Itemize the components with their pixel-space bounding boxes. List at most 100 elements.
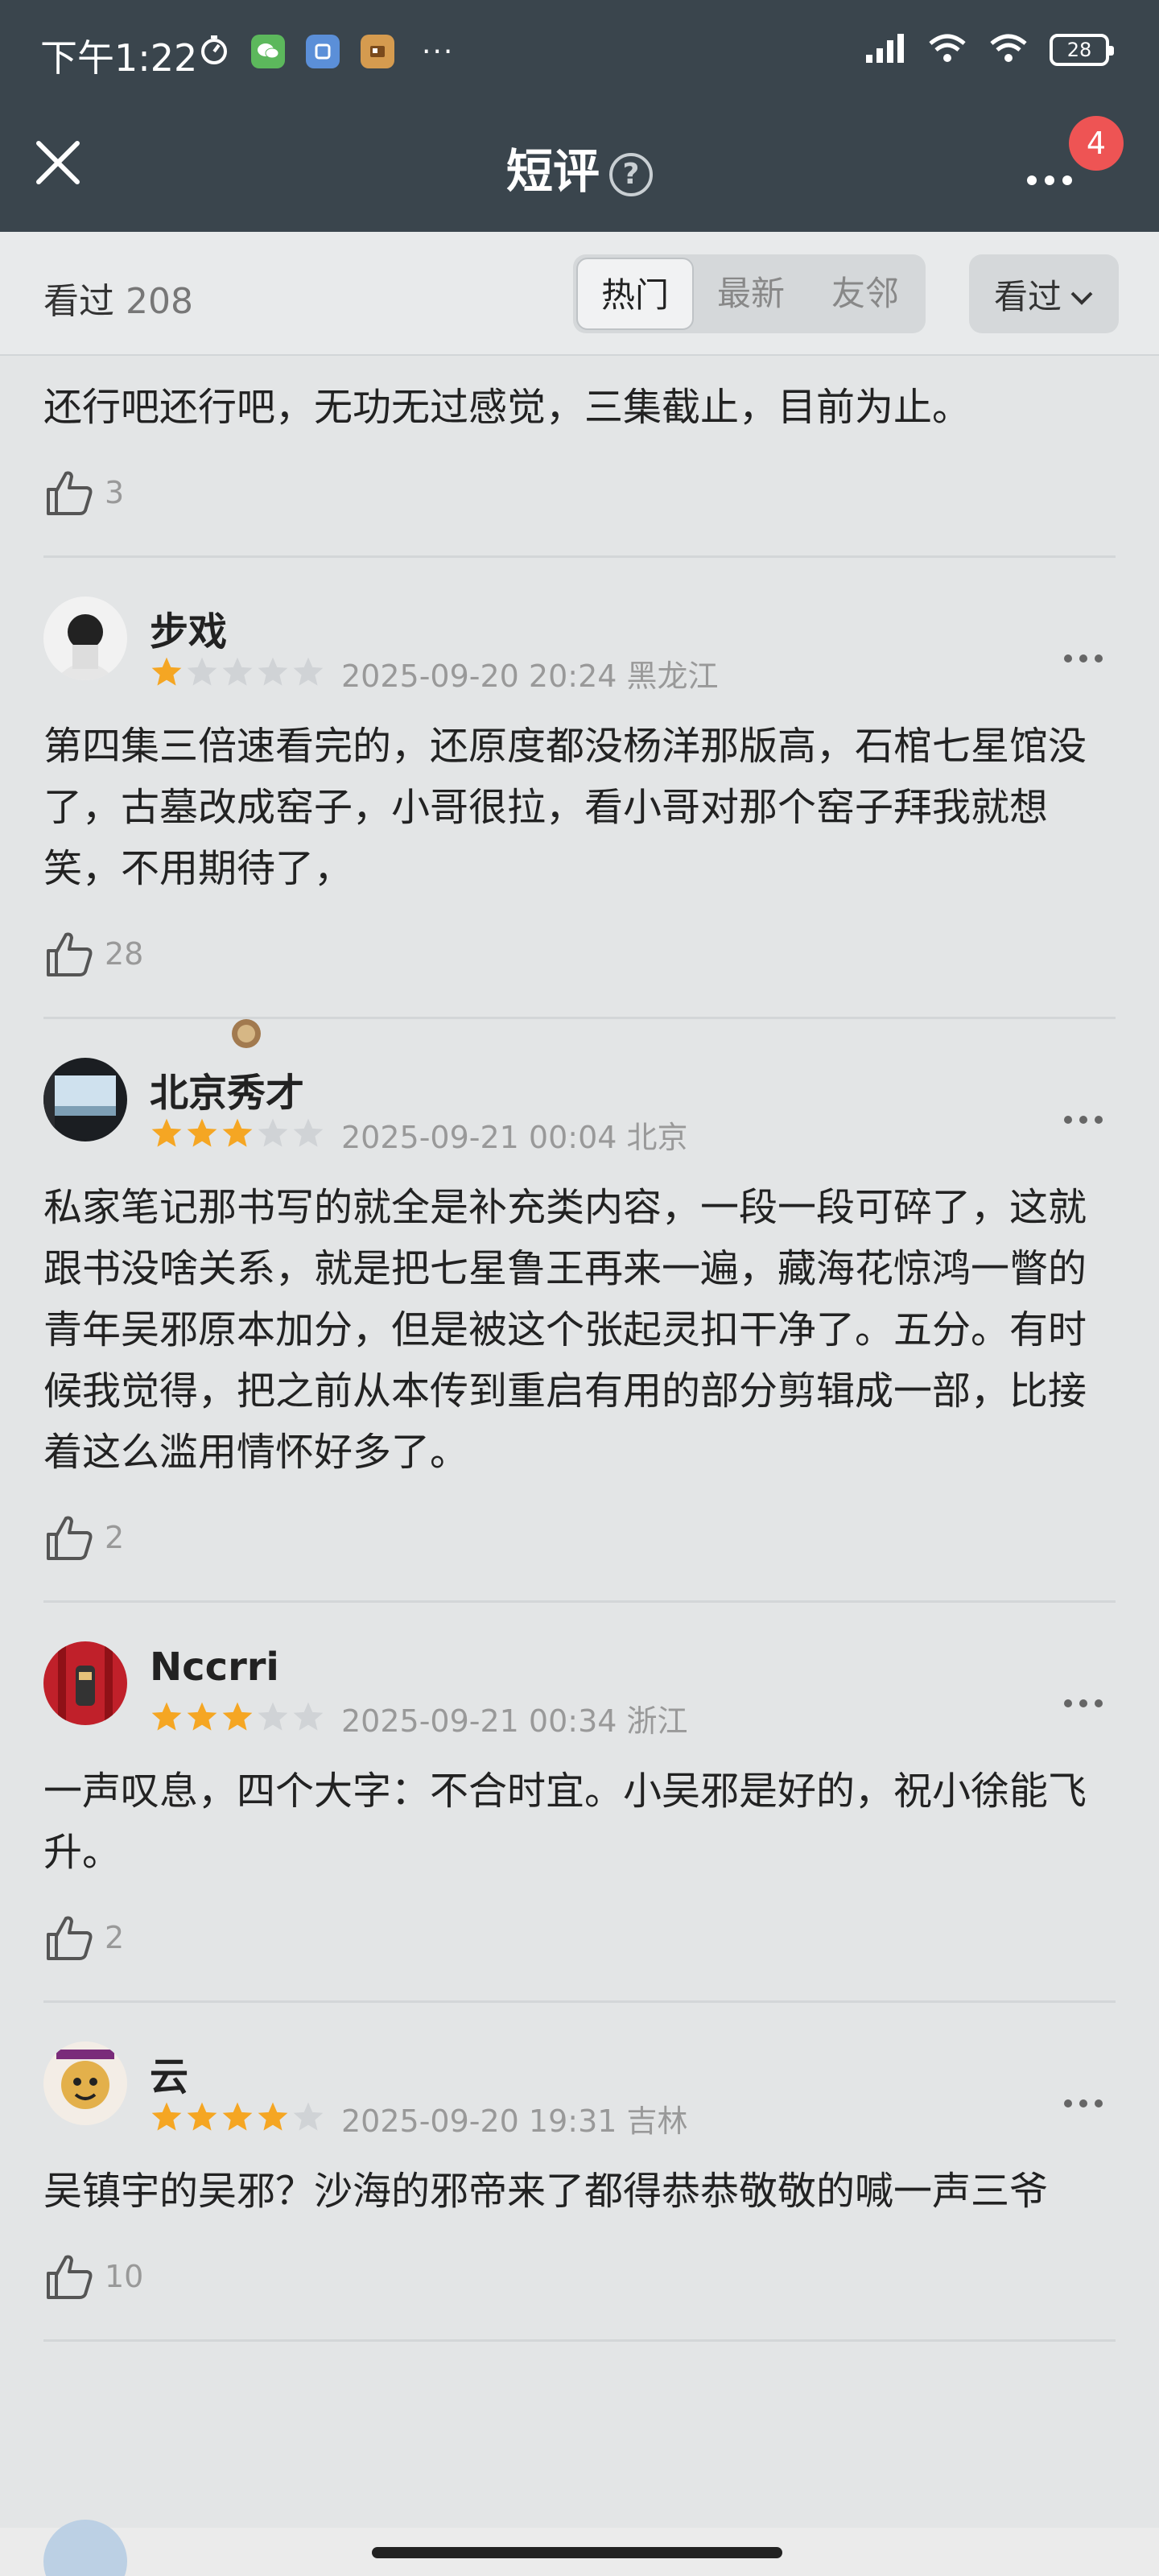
app-icon: [361, 35, 394, 68]
comment-header: 步戏 2025-09-20 20:24 黑龙江: [43, 558, 1116, 694]
star-filled-icon: [185, 1700, 219, 1737]
star-filled-icon: [150, 655, 184, 692]
comment-time: 2025-09-21 00:34 浙江: [341, 1703, 688, 1739]
status-system-icons: 28: [864, 32, 1114, 68]
page-title: 短评?: [0, 134, 1159, 201]
tab-latest[interactable]: 最新: [694, 258, 808, 330]
more-options-icon[interactable]: [1062, 1674, 1104, 1719]
comment-item: 北京秀才 2025-09-21 00:04 北京私家笔记那书写的就全是补充类内容，…: [43, 1019, 1116, 1603]
comment-text: 还行吧还行吧，无功无过感觉，三集截止，目前为止。: [43, 385, 971, 430]
comment-text: 第四集三倍速看完的，还原度都没杨洋那版高，石棺七星馆没了，古墓改成窑子，小哥很拉…: [43, 724, 1087, 891]
star-empty-icon: [185, 655, 219, 692]
more-menu-icon[interactable]: [1025, 145, 1074, 200]
comment-feed: 还行吧还行吧，无功无过感觉，三集截止，目前为止。 3 步戏 2025-09-20 …: [0, 356, 1159, 2342]
rating-stars: [150, 655, 325, 692]
status-filter-dropdown[interactable]: 看过: [969, 254, 1119, 333]
notification-badge[interactable]: 4: [1069, 116, 1124, 171]
seen-label: 看过: [43, 281, 114, 322]
star-empty-icon: [291, 1117, 325, 1154]
comment-item: 还行吧还行吧，无功无过感觉，三集截止，目前为止。 3: [43, 356, 1116, 558]
comment-meta: 2025-09-20 20:24 黑龙江: [150, 651, 719, 696]
author-name[interactable]: 步戏: [150, 600, 227, 656]
avatar[interactable]: [43, 2041, 127, 2125]
author-name[interactable]: 北京秀才: [150, 1061, 304, 1117]
star-filled-icon: [256, 2100, 290, 2137]
status-time: 下午1:22: [40, 36, 198, 80]
like-button[interactable]: 28: [43, 899, 1116, 1017]
thumbs-up-icon: [47, 2255, 93, 2299]
comment-time: 2025-09-20 20:24 黑龙江: [341, 658, 719, 694]
comment-time: 2025-09-20 19:31 吉林: [341, 2103, 688, 2139]
user-badge-icon: [229, 1016, 264, 1055]
page-title-text: 短评: [505, 144, 600, 199]
wifi-icon-2: [988, 32, 1029, 68]
like-count: 10: [105, 2259, 144, 2294]
home-indicator[interactable]: [372, 2547, 782, 2558]
more-options-icon[interactable]: [1062, 1090, 1104, 1135]
comment-meta: 2025-09-21 00:04 北京: [150, 1113, 688, 1157]
comment-text: 一声叹息，四个大字：不合时宜。小吴邪是好的，祝小徐能飞升。: [43, 1769, 1087, 1875]
signal-icon: [864, 32, 906, 68]
author-name[interactable]: 云: [150, 2045, 188, 2101]
thumbs-up-icon: [47, 471, 93, 515]
like-count: 2: [105, 1920, 125, 1955]
rating-stars: [150, 2100, 325, 2137]
star-empty-icon: [256, 1117, 290, 1154]
more-options-icon[interactable]: [1062, 2074, 1104, 2119]
comment-meta: 2025-09-21 00:34 浙江: [150, 1696, 688, 1740]
wifi-icon: [927, 32, 967, 68]
more-notifications-icon: ···: [422, 35, 455, 68]
help-icon[interactable]: ?: [609, 152, 653, 196]
battery-icon: 28: [1050, 34, 1114, 66]
star-filled-icon: [221, 1700, 254, 1737]
star-filled-icon: [221, 2100, 254, 2137]
star-filled-icon: [185, 1117, 219, 1154]
comment-item: 步戏 2025-09-20 20:24 黑龙江第四集三倍速看完的，还原度都没杨洋那…: [43, 558, 1116, 1019]
seen-count: 看过 208: [43, 272, 193, 324]
author-name[interactable]: Nccrri: [150, 1645, 279, 1690]
star-filled-icon: [185, 2100, 219, 2137]
comment-time: 2025-09-21 00:04 北京: [341, 1120, 688, 1155]
star-filled-icon: [150, 2100, 184, 2137]
status-notification-icons: ···: [198, 34, 454, 69]
status-bar: 下午1:22 ··· 28: [0, 0, 1159, 105]
like-button[interactable]: 2: [43, 1883, 1116, 2000]
app-header: 下午1:22 ··· 28 短评 ? 4: [0, 0, 1159, 232]
star-empty-icon: [221, 655, 254, 692]
comment-header: Nccrri 2025-09-21 00:34 浙江: [43, 1603, 1116, 1739]
seen-number: 208: [126, 281, 193, 322]
avatar[interactable]: [43, 597, 127, 680]
tieba-icon: [306, 35, 340, 68]
star-empty-icon: [291, 655, 325, 692]
like-button[interactable]: 2: [43, 1483, 1116, 1600]
like-button[interactable]: 3: [43, 438, 1116, 555]
more-options-icon[interactable]: [1062, 629, 1104, 674]
tab-friends[interactable]: 友邻: [808, 258, 922, 330]
like-button[interactable]: 10: [43, 2222, 1116, 2339]
timer-icon: [198, 34, 230, 69]
comment-header: 云 2025-09-20 19:31 吉林: [43, 2003, 1116, 2139]
star-filled-icon: [150, 1700, 184, 1737]
star-empty-icon: [256, 1700, 290, 1737]
avatar[interactable]: [43, 1058, 127, 1141]
like-count: 2: [105, 1520, 125, 1555]
rating-stars: [150, 1117, 325, 1154]
filter-bar: 看过 208 热门 最新 友邻 看过: [0, 232, 1159, 356]
like-count: 28: [105, 936, 144, 972]
star-empty-icon: [256, 655, 290, 692]
star-filled-icon: [221, 1117, 254, 1154]
comment-text: 私家笔记那书写的就全是补充类内容，一段一段可碎了，这就跟书没啥关系，就是把七星鲁…: [43, 1185, 1087, 1475]
like-count: 3: [105, 475, 125, 510]
star-empty-icon: [291, 2100, 325, 2137]
thumbs-up-icon: [47, 1916, 93, 1960]
star-filled-icon: [150, 1117, 184, 1154]
avatar[interactable]: [43, 1641, 127, 1725]
sort-tabs: 热门 最新 友邻: [573, 254, 926, 333]
comment-header: 北京秀才 2025-09-21 00:04 北京: [43, 1016, 1116, 1155]
tab-hot[interactable]: 热门: [576, 258, 694, 330]
comment-item: Nccrri 2025-09-21 00:34 浙江一声叹息，四个大字：不合时宜。…: [43, 1603, 1116, 2003]
chevron-down-icon: [1070, 275, 1094, 314]
rating-stars: [150, 1700, 325, 1737]
wechat-icon: [251, 35, 285, 68]
comment-item: 云 2025-09-20 19:31 吉林 吴镇宇的吴邪？沙海的邪帝来了都得恭恭敬敬…: [43, 2003, 1116, 2342]
